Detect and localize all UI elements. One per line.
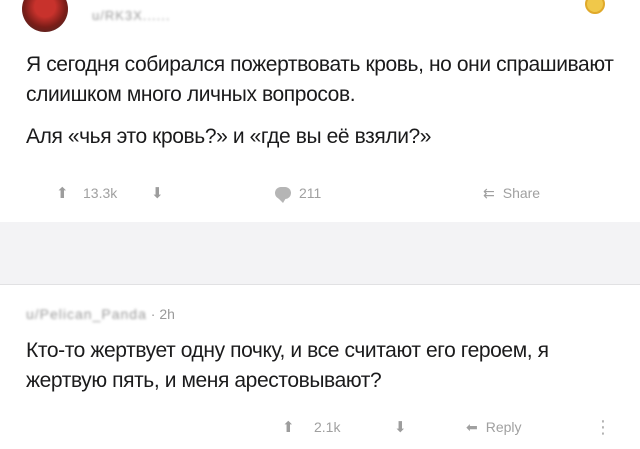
comment-meta: u/Pelican_Panda · 2h <box>26 306 175 322</box>
post-actions-bar: ⬆ 13.3k ⬇ 211 ⇇ Share <box>0 178 640 208</box>
upvote-icon: ⬆ <box>282 419 295 436</box>
divider-line <box>0 284 640 285</box>
upvote-icon: ⬆ <box>56 185 69 202</box>
post-upvote-button[interactable]: ⬆ <box>56 178 69 208</box>
comment-vote-count: 2.1k <box>314 419 341 435</box>
share-icon: ⇇ <box>483 184 495 201</box>
more-options-icon: ⋮ <box>594 416 612 437</box>
downvote-icon: ⬇ <box>151 185 164 202</box>
post-downvote-button[interactable]: ⬇ <box>151 178 164 208</box>
comment-body: Кто-то жертвует одну почку, и все считаю… <box>26 339 549 392</box>
comment-upvote-button[interactable]: ⬆ <box>282 412 295 442</box>
downvote-icon: ⬇ <box>394 419 407 436</box>
post-comment-count: 211 <box>299 185 322 201</box>
comment-reply-button[interactable]: ⬅ Reply <box>466 412 522 442</box>
comment-author-username[interactable]: u/Pelican_Panda <box>26 306 147 322</box>
comment-downvote-button[interactable]: ⬇ <box>394 412 407 442</box>
post-comments-button[interactable]: 211 <box>275 178 321 208</box>
post-vote-count: 13.3k <box>83 185 118 201</box>
post-text-line1: Я сегодня собирался пожертвовать кровь, … <box>26 53 614 106</box>
post-card: u/RK3X...... Я сегодня собирался пожертв… <box>0 0 640 222</box>
section-divider <box>0 222 640 284</box>
comment-bubble-icon <box>275 187 291 203</box>
post-author-username[interactable]: u/RK3X...... <box>92 8 170 23</box>
comment-actions-bar: ⬆ 2.1k ⬇ ⬅ Reply ⋮ <box>0 412 640 442</box>
award-icon <box>585 0 605 14</box>
comment-more-button[interactable]: ⋮ <box>594 412 612 442</box>
post-share-button[interactable]: ⇇ Share <box>483 178 540 208</box>
reply-label: Reply <box>485 419 522 435</box>
share-label: Share <box>502 185 541 201</box>
post-body: Я сегодня собирался пожертвовать кровь, … <box>26 50 616 152</box>
post-author-avatar[interactable] <box>22 0 68 32</box>
meta-separator: · <box>150 306 156 322</box>
post-text-line2: Аля «чья это кровь?» и «где вы её взяли?… <box>26 125 432 148</box>
reply-icon: ⬅ <box>466 418 478 435</box>
comment-age: 2h <box>159 306 175 322</box>
